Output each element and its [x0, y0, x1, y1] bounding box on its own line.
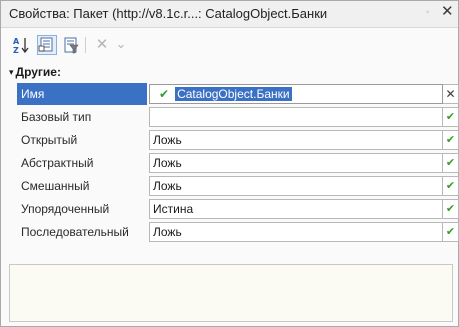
property-label: Открытый [21, 133, 78, 147]
property-label: Смешанный [21, 179, 90, 193]
property-row-open[interactable]: Открытый Ложь ✔ [17, 129, 459, 152]
dropdown-check-icon[interactable]: ✔ [443, 107, 459, 127]
svg-text:A: A [13, 37, 20, 46]
property-row-sequential[interactable]: Последовательный Ложь ✔ [17, 221, 459, 244]
property-label: Упорядоченный [21, 202, 110, 216]
ordered-field[interactable]: Истина [149, 199, 443, 219]
group-header-other[interactable]: ▾ Другие: [9, 65, 61, 79]
property-row-name[interactable]: Имя ✔ CatalogObject.Банки ✕ [17, 83, 459, 106]
pin-icon[interactable]: ◦ [426, 7, 430, 18]
properties-window: Свойства: Пакет (http://v8.1c.r...: Cata… [0, 0, 459, 327]
sequential-field[interactable]: Ложь [149, 222, 443, 242]
description-panel [9, 264, 453, 322]
clear-button[interactable]: ✕ [443, 84, 459, 104]
delete-icon[interactable]: ✕ [92, 35, 112, 55]
property-row-abstract[interactable]: Абстрактный Ложь ✔ [17, 152, 459, 175]
dropdown-check-icon[interactable]: ✔ [443, 153, 459, 173]
dropdown-check-icon[interactable]: ✔ [443, 176, 459, 196]
property-row-ordered[interactable]: Упорядоченный Истина ✔ [17, 198, 459, 221]
check-icon: ✔ [159, 87, 170, 101]
filter-icon[interactable] [61, 35, 81, 55]
open-field[interactable]: Ложь [149, 130, 443, 150]
property-row-base-type[interactable]: Базовый тип ✔ [17, 106, 459, 129]
property-label: Базовый тип [21, 110, 92, 124]
property-label: Имя [17, 83, 147, 105]
name-value: CatalogObject.Банки [175, 87, 292, 101]
svg-text:Z: Z [13, 46, 19, 55]
categories-icon[interactable] [37, 35, 57, 55]
group-title: Другие: [15, 65, 61, 79]
sort-az-icon[interactable]: A Z [11, 35, 31, 55]
property-label: Абстрактный [21, 156, 94, 170]
name-field[interactable]: ✔ CatalogObject.Банки [149, 84, 443, 104]
toolbar: A Z ✕ ⌄ [1, 28, 458, 62]
toolbar-separator [85, 37, 86, 53]
mixed-field[interactable]: Ложь [149, 176, 443, 196]
abstract-field[interactable]: Ложь [149, 153, 443, 173]
property-label: Последовательный [21, 225, 129, 239]
dropdown-check-icon[interactable]: ✔ [443, 130, 459, 150]
dropdown-check-icon[interactable]: ✔ [443, 222, 459, 242]
title-bar: Свойства: Пакет (http://v8.1c.r...: Cata… [1, 1, 458, 28]
window-title: Свойства: Пакет (http://v8.1c.r...: Cata… [9, 6, 328, 21]
collapse-arrow-icon[interactable]: ▾ [9, 67, 14, 78]
chevron-down-icon[interactable]: ⌄ [111, 35, 131, 55]
base-type-field[interactable] [149, 107, 443, 127]
close-icon[interactable]: ✕ [441, 4, 455, 20]
dropdown-check-icon[interactable]: ✔ [443, 199, 459, 219]
property-row-mixed[interactable]: Смешанный Ложь ✔ [17, 175, 459, 198]
